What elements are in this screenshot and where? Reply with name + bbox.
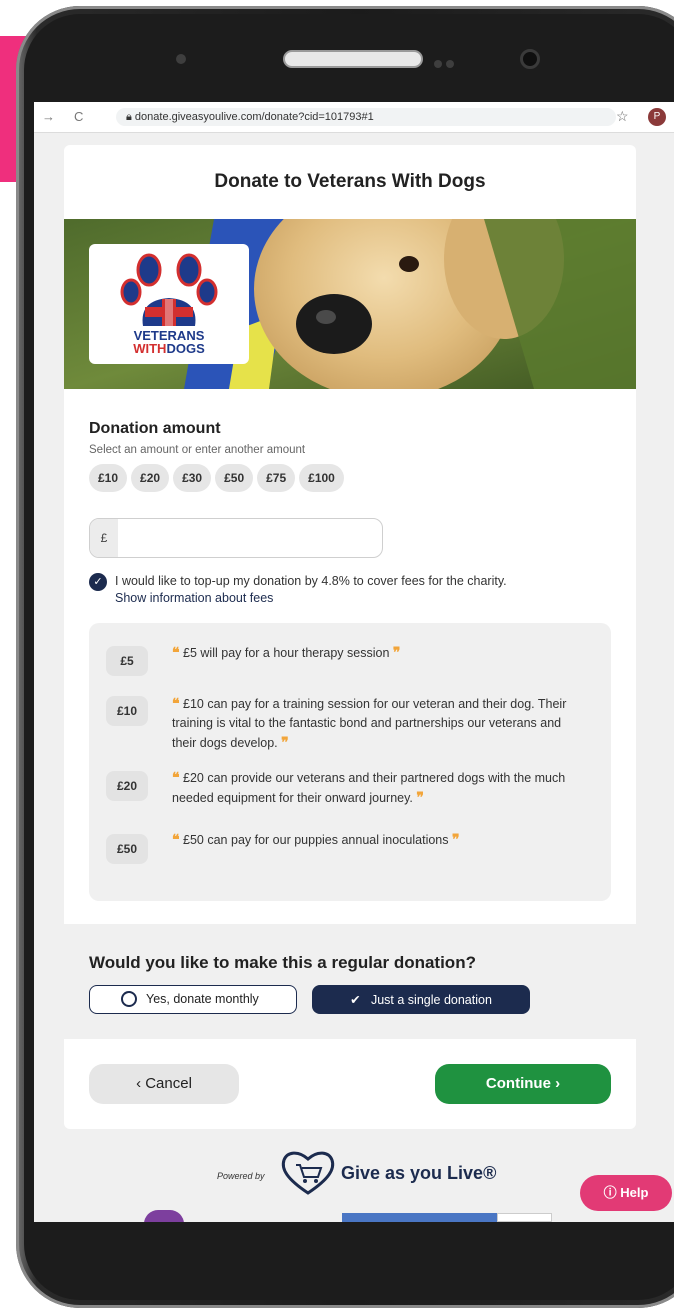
single-label: ✔ Just a single donation — [350, 993, 492, 1007]
radio-unchecked-icon — [121, 991, 137, 1007]
custom-amount-input[interactable] — [122, 519, 376, 557]
amount-option-50[interactable]: £50 — [215, 464, 254, 492]
amount-option-75[interactable]: £75 — [257, 464, 296, 492]
paw-flag-icon — [120, 253, 218, 326]
continue-button[interactable]: Continue › — [435, 1064, 611, 1104]
donation-amount-heading: Donation amount — [89, 420, 221, 437]
open-quote-icon: ❝ — [172, 769, 180, 785]
url-text: donate.giveasyoulive.com/donate?cid=1017… — [134, 111, 374, 123]
amount-option-10[interactable]: £10 — [89, 464, 128, 492]
amount-option-20[interactable]: £20 — [131, 464, 170, 492]
open-quote-icon: ❝ — [172, 831, 180, 847]
currency-symbol: £ — [90, 519, 118, 557]
custom-amount-field: £ — [89, 518, 383, 558]
topup-checkbox[interactable]: ✓ — [89, 573, 107, 591]
heart-cart-icon — [281, 1151, 335, 1195]
impact-text: ❝ £20 can provide our veterans and their… — [172, 769, 566, 805]
close-quote-icon: ❞ — [392, 644, 401, 660]
open-quote-icon: ❝ — [172, 695, 180, 711]
show-fees-link[interactable]: Show information about fees — [115, 591, 273, 605]
brand-name: Give as you Live® — [341, 1163, 497, 1183]
url-field[interactable]: 🔒︎ donate.giveasyoulive.com/donate?cid=1… — [116, 108, 616, 126]
hero-image: VETERANS WITHDOGS — [64, 219, 636, 389]
impact-amount: £50 — [106, 834, 148, 864]
amount-options: £10 £20 £30 £50 £75 £100 — [89, 464, 348, 492]
topup-label: I would like to top-up my donation by 4.… — [115, 574, 507, 588]
reload-icon[interactable]: C — [74, 109, 83, 124]
powered-by-label: Powered by — [217, 1171, 265, 1181]
bookmark-star-icon[interactable]: ☆ — [616, 108, 629, 125]
logo-text-with-dogs: WITHDOGS — [133, 341, 205, 356]
browser-address-bar: → C 🔒︎ donate.giveasyoulive.com/donate?c… — [34, 102, 674, 133]
impact-amount: £5 — [106, 646, 148, 676]
impact-text: ❝ £10 can pay for a training session for… — [172, 695, 567, 750]
forward-arrow-icon[interactable]: → — [42, 109, 55, 124]
powered-by-footer: Powered by Give as you Live® — [217, 1145, 547, 1195]
monthly-label: Yes, donate monthly — [146, 992, 259, 1006]
profile-avatar[interactable]: P — [648, 108, 666, 126]
donation-card: Donate to Veterans With Dogs VETERANS WI… — [64, 145, 636, 1129]
amount-option-30[interactable]: £30 — [173, 464, 212, 492]
help-icon: ⓘ — [603, 1185, 617, 1200]
sensor-dots — [434, 55, 464, 68]
help-button[interactable]: ⓘ Help — [580, 1175, 672, 1211]
cancel-button[interactable]: ‹ Cancel — [89, 1064, 239, 1104]
donate-monthly-option[interactable]: Yes, donate monthly — [89, 985, 297, 1014]
regular-donation-section: Would you like to make this a regular do… — [64, 924, 636, 1039]
impact-text: ❝ £5 will pay for a hour therapy session… — [172, 644, 401, 660]
front-camera — [520, 49, 540, 69]
impact-amount: £20 — [106, 771, 148, 801]
phone-speaker — [283, 50, 423, 68]
open-quote-icon: ❝ — [172, 644, 180, 660]
impact-amount: £10 — [106, 696, 148, 726]
lock-icon: 🔒︎ — [126, 111, 135, 123]
partner-banner-partial-2 — [497, 1213, 552, 1222]
page-title: Donate to Veterans With Dogs — [214, 171, 486, 192]
impact-text: ❝ £50 can pay for our puppies annual ino… — [172, 831, 460, 847]
charity-logo: VETERANS WITHDOGS — [89, 244, 249, 364]
close-quote-icon: ❞ — [281, 734, 289, 750]
partner-logo-partial — [144, 1210, 184, 1222]
sensor-dot — [176, 54, 186, 64]
partner-banner-partial — [342, 1213, 497, 1222]
checkmark-icon: ✔ — [350, 993, 361, 1007]
amount-option-100[interactable]: £100 — [299, 464, 344, 492]
single-donation-option[interactable]: ✔ Just a single donation — [312, 985, 530, 1014]
close-quote-icon: ❞ — [451, 831, 460, 847]
donation-amount-subtitle: Select an amount or enter another amount — [89, 444, 306, 456]
phone-screen: → C 🔒︎ donate.giveasyoulive.com/donate?c… — [34, 102, 674, 1222]
regular-donation-heading: Would you like to make this a regular do… — [89, 953, 476, 972]
close-quote-icon: ❞ — [416, 789, 424, 805]
impact-quotes-panel: £5 ❝ £5 will pay for a hour therapy sess… — [89, 623, 611, 901]
